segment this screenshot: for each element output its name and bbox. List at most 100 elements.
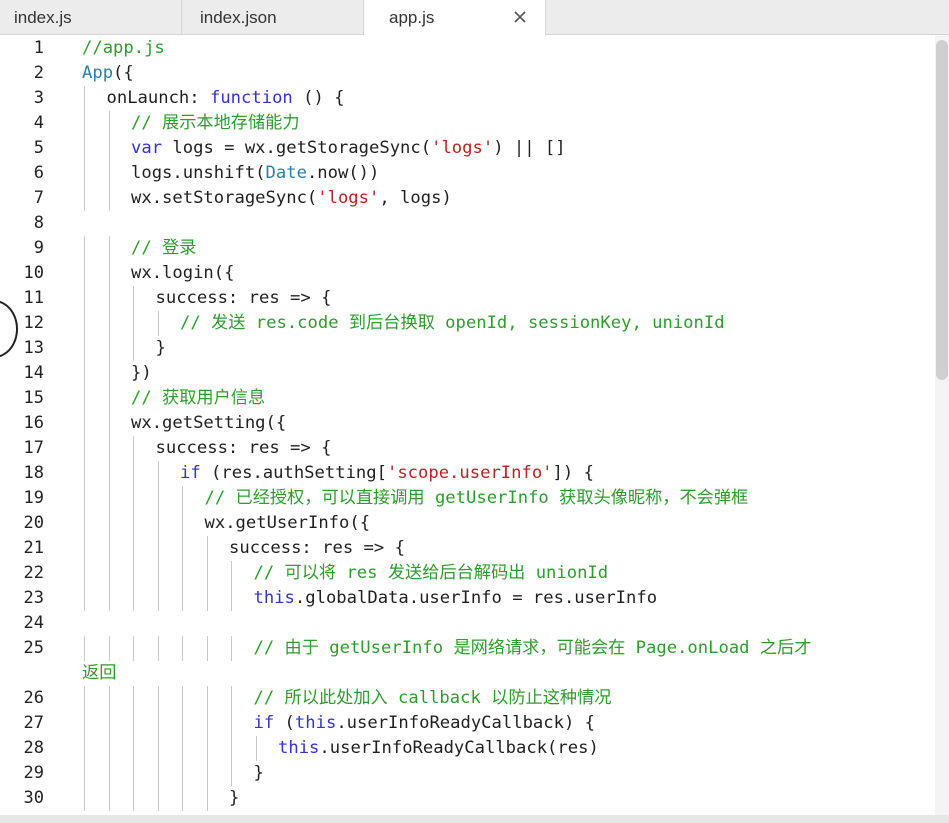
line-number: 9 [33, 238, 44, 258]
indent-guide [108, 686, 110, 711]
code-line: 30} [0, 786, 935, 811]
code-text: // 发送 res.code 到后台换取 openId, sessionKey,… [180, 311, 725, 336]
indent-guide [108, 361, 110, 386]
indent-guide [108, 586, 110, 611]
horizontal-scrollbar[interactable] [0, 815, 949, 823]
indent-guide [157, 736, 159, 761]
indent-guide [206, 736, 208, 761]
code-line: 18 if (res.authSetting['scope.userInfo'])… [0, 461, 935, 486]
line-number: 5 [33, 138, 44, 158]
indent-guide [231, 561, 232, 586]
code-token: (res.authSetting[ [200, 463, 387, 483]
indent-guide [84, 436, 85, 461]
indent-guide [108, 236, 110, 261]
indent-guide [157, 461, 159, 486]
indent-guide [108, 161, 110, 186]
code-token: this [278, 738, 320, 758]
line-number: 15 [23, 388, 44, 408]
indent-guide [133, 586, 134, 611]
indent-guide [84, 186, 85, 211]
tab-index-json[interactable]: index.json [182, 0, 364, 35]
indent-guide [231, 761, 232, 786]
indent-guide [133, 736, 134, 761]
code-token: // 发送 res.code 到后台换取 openId, sessionKey,… [180, 313, 725, 333]
code-line: 28 this.userInfoReadyCallback(res) [0, 736, 935, 761]
indent-guide [133, 436, 134, 461]
code-lines: 1//app.js 2 App({3 onLaunch: function () {4… [0, 36, 935, 811]
line-number: 24 [23, 613, 44, 633]
code-line: 9 // 登录 [0, 236, 935, 261]
code-token: logs.unshift( [131, 163, 266, 183]
code-line: 29} [0, 761, 935, 786]
code-token: ({ [113, 63, 134, 83]
indent-guide [84, 311, 85, 336]
line-number: 8 [33, 213, 44, 233]
code-text: } [156, 336, 166, 361]
indent-guide [133, 561, 134, 586]
code-line: 16 wx.getSetting({ [0, 411, 935, 436]
close-icon[interactable] [511, 8, 529, 26]
indent-guide [108, 636, 110, 661]
indent-guide [133, 486, 134, 511]
indent-guide [108, 486, 110, 511]
indent-guide [108, 336, 110, 361]
indent-guide [206, 536, 208, 561]
line-number: 21 [23, 538, 44, 558]
indent-guide [157, 711, 159, 736]
indent-guide [206, 636, 208, 661]
code-token: () { [292, 88, 345, 108]
line-number: 27 [23, 713, 44, 733]
indent-guide [108, 761, 110, 786]
line-number: 3 [33, 88, 44, 108]
code-text: var logs = wx.getStorageSync('logs') || … [131, 136, 566, 161]
indent-guide [206, 561, 208, 586]
indent-guide [84, 286, 85, 311]
indent-guide [231, 586, 232, 611]
code-line: 4 // 展示本地存储能力 [0, 111, 935, 136]
indent-guide [133, 461, 134, 486]
code-text: // 获取用户信息 [131, 386, 265, 411]
indent-guide [133, 311, 134, 336]
code-line: 6 logs.unshift(Date.now()) [0, 161, 935, 186]
indent-guide [84, 461, 85, 486]
line-number: 16 [23, 413, 44, 433]
line-number: 14 [23, 363, 44, 383]
code-line: 12// 发送 res.code 到后台换取 openId, sessionKe… [0, 311, 935, 336]
code-line: 27 if (this.userInfoReadyCallback) { [0, 711, 935, 736]
code-text: this.globalData.userInfo = res.userInfo [254, 586, 658, 611]
code-token: wx.getSetting({ [131, 413, 287, 433]
indent-guide [108, 736, 110, 761]
code-text: this.userInfoReadyCallback(res) [278, 736, 599, 761]
code-token: success: res => { [155, 288, 332, 308]
code-text: // 由于 getUserInfo 是网络请求，可能会在 Page.onLoad… [254, 636, 812, 661]
line-number: 20 [23, 513, 44, 533]
indent-guide [84, 161, 85, 186]
code-editor[interactable]: 1//app.js 2 App({3 onLaunch: function () {4… [0, 36, 935, 823]
code-text: // 登录 [131, 236, 196, 261]
indent-guide [108, 261, 110, 286]
code-token: ( [274, 713, 295, 733]
indent-guide [206, 786, 208, 811]
indent-guide [84, 561, 85, 586]
code-text: //app.js [82, 36, 165, 61]
line-number: 4 [33, 113, 44, 133]
code-line: 11 success: res => { [0, 286, 935, 311]
indent-guide [157, 511, 159, 536]
scrollbar-thumb[interactable] [936, 40, 948, 380]
indent-guide [182, 511, 183, 536]
indent-guide [133, 336, 134, 361]
code-token: 返回 [82, 663, 117, 683]
code-token: logs = wx.getStorageSync( [162, 138, 432, 158]
tab-index-js[interactable]: index.js [0, 0, 182, 35]
indent-guide [182, 586, 183, 611]
code-token: 'logs' [317, 188, 380, 208]
code-line: 7 wx.setStorageSync('logs', logs) [0, 186, 935, 211]
indent-guide [133, 686, 134, 711]
indent-guide [108, 136, 110, 161]
line-number: 6 [33, 163, 44, 183]
tab-app-js[interactable]: app.js [364, 0, 546, 36]
code-token: success: res => { [229, 538, 405, 558]
indent-guide [84, 711, 85, 736]
code-token: wx.setStorageSync( [131, 188, 318, 208]
code-text: onLaunch: function () { [107, 86, 345, 111]
